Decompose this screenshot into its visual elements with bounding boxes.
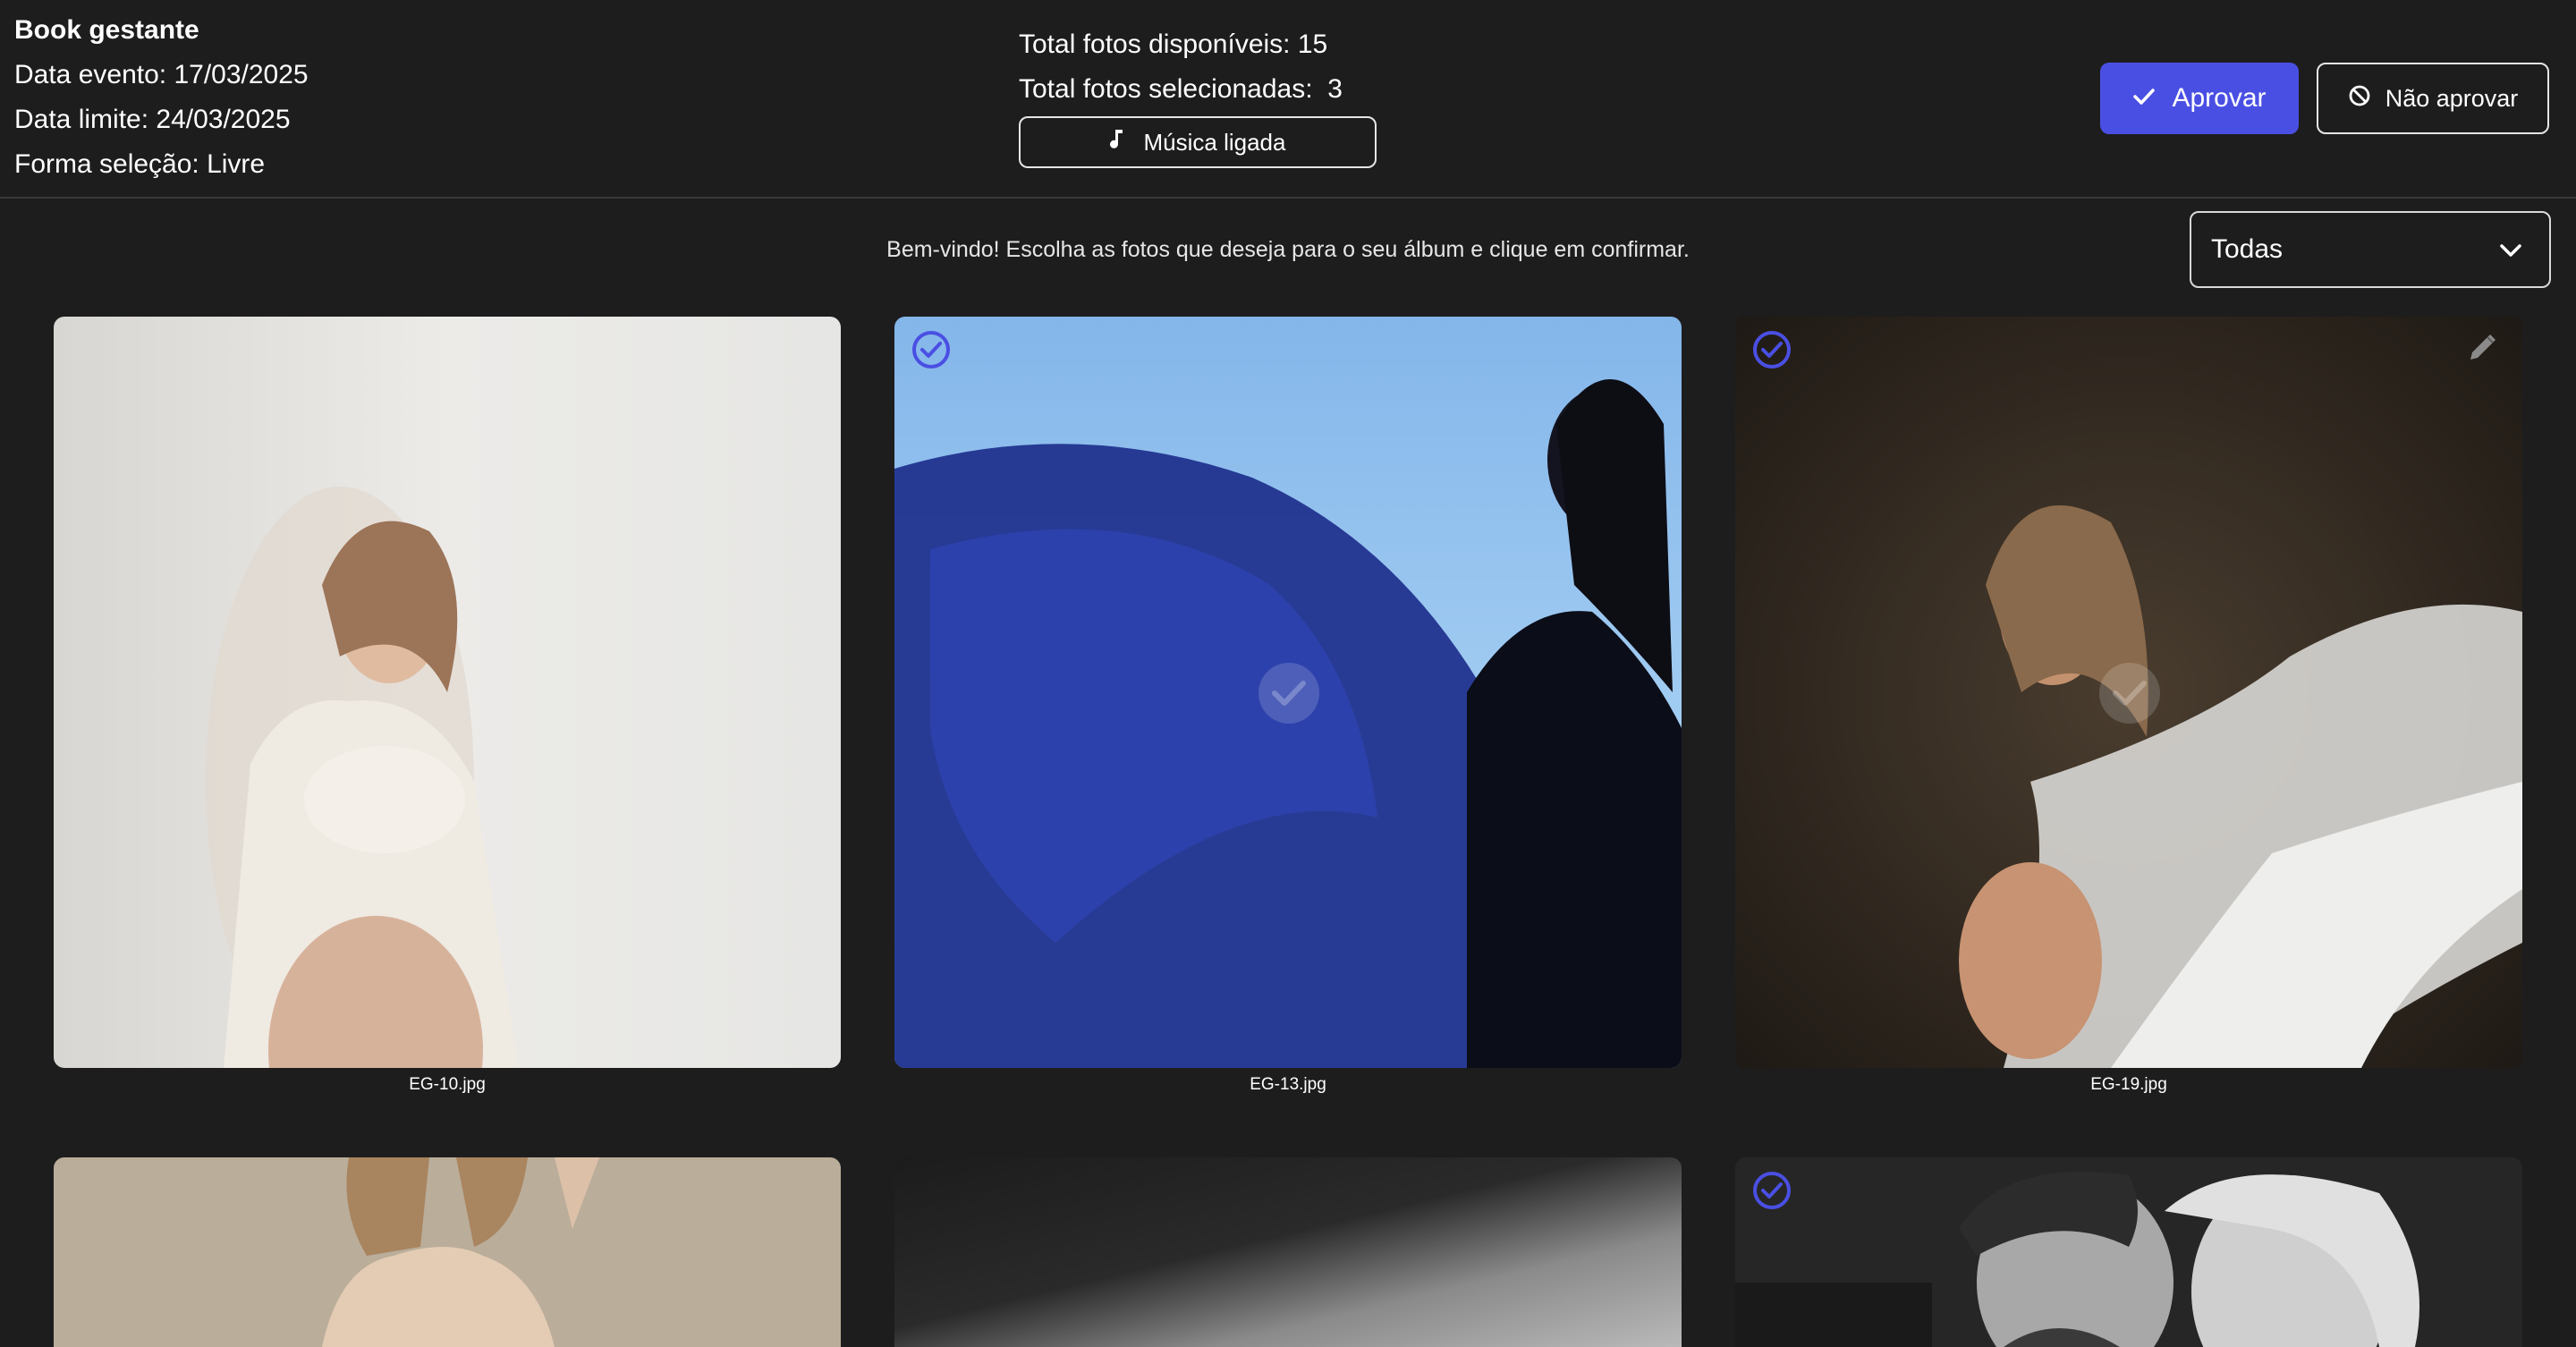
music-note-icon xyxy=(1109,128,1128,157)
pencil-icon[interactable] xyxy=(2465,329,2501,369)
check-circle-icon xyxy=(1257,661,1321,730)
album-title: Book gestante xyxy=(14,15,199,45)
photo-image xyxy=(1735,1157,2522,1347)
check-icon xyxy=(2132,83,2156,114)
total-selected: Total fotos selecionadas: 3 xyxy=(1019,74,1343,104)
check-circle-icon[interactable] xyxy=(911,329,952,375)
photo-card[interactable] xyxy=(894,1157,1682,1347)
event-date: Data evento: 17/03/2025 xyxy=(14,60,309,89)
ban-icon xyxy=(2348,84,2371,114)
photo-card[interactable] xyxy=(54,317,841,1068)
top-bar: Book gestante Data evento: 17/03/2025 Da… xyxy=(0,0,2576,199)
photo-filename: EG-10.jpg xyxy=(409,1075,486,1094)
approve-label: Aprovar xyxy=(2172,83,2267,113)
chevron-down-icon xyxy=(2499,234,2522,265)
music-toggle-button[interactable]: Música ligada xyxy=(1019,116,1377,168)
photo-filter-select[interactable]: Todas xyxy=(2190,211,2551,288)
photo-card[interactable] xyxy=(1735,1157,2522,1347)
photo-filename: EG-13.jpg xyxy=(1250,1075,1326,1094)
check-circle-icon[interactable] xyxy=(1751,329,1792,375)
photo-image xyxy=(54,317,841,1068)
photo-card[interactable] xyxy=(1735,317,2522,1068)
reject-label: Não aprovar xyxy=(2385,84,2519,112)
photo-card[interactable] xyxy=(54,1157,841,1347)
photo-card[interactable] xyxy=(894,317,1682,1068)
photo-filename: EG-19.jpg xyxy=(2090,1075,2167,1094)
photo-image xyxy=(54,1157,841,1347)
reject-button[interactable]: Não aprovar xyxy=(2317,63,2549,134)
photo-filter-value: Todas xyxy=(2211,234,2284,264)
photo-image xyxy=(894,1157,1682,1347)
selection-mode: Forma seleção: Livre xyxy=(14,149,266,179)
approve-button[interactable]: Aprovar xyxy=(2100,63,2299,134)
deadline-date: Data limite: 24/03/2025 xyxy=(14,105,291,134)
total-available: Total fotos disponíveis: 15 xyxy=(1019,30,1328,59)
check-circle-icon xyxy=(2097,661,2162,730)
music-toggle-label: Música ligada xyxy=(1143,128,1286,156)
check-circle-icon[interactable] xyxy=(1751,1170,1792,1216)
